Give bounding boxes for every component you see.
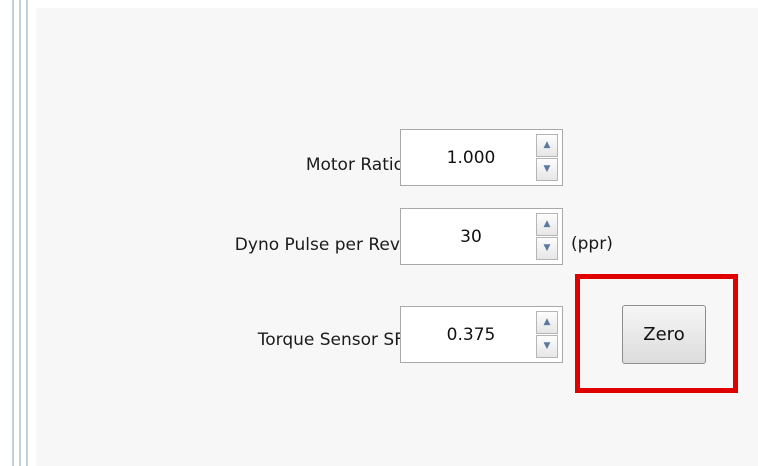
arrow-up-icon: ▲ xyxy=(543,317,551,327)
edge-line xyxy=(12,0,14,466)
dyno-pulse-field[interactable]: 30 ▲ ▼ xyxy=(400,208,563,265)
torque-sensor-down-button[interactable]: ▼ xyxy=(536,335,558,358)
motor-ratio-up-button[interactable]: ▲ xyxy=(536,134,558,157)
motor-ratio-spinner: ▲ ▼ xyxy=(536,134,558,181)
edge-line xyxy=(19,0,21,466)
app-window: Motor Ratio 1.000 ▲ ▼ Dyno Pulse per Rev… xyxy=(0,0,758,466)
arrow-down-icon: ▼ xyxy=(543,164,551,174)
arrow-up-icon: ▲ xyxy=(543,140,551,150)
arrow-down-icon: ▼ xyxy=(543,243,551,253)
torque-sensor-up-button[interactable]: ▲ xyxy=(536,311,558,334)
motor-ratio-down-button[interactable]: ▼ xyxy=(536,158,558,181)
torque-sensor-label: Torque Sensor SF xyxy=(257,330,404,350)
zero-button[interactable]: Zero xyxy=(622,305,706,364)
dyno-pulse-down-button[interactable]: ▼ xyxy=(536,237,558,260)
edge-line xyxy=(26,0,28,466)
motor-ratio-value[interactable]: 1.000 xyxy=(401,148,541,168)
motor-ratio-field[interactable]: 1.000 ▲ ▼ xyxy=(400,129,563,186)
arrow-down-icon: ▼ xyxy=(543,341,551,351)
left-edge-lines xyxy=(10,0,36,466)
dyno-pulse-unit: (ppr) xyxy=(571,234,613,254)
arrow-up-icon: ▲ xyxy=(543,219,551,229)
dyno-pulse-up-button[interactable]: ▲ xyxy=(536,213,558,236)
dyno-pulse-spinner: ▲ ▼ xyxy=(536,213,558,260)
dyno-pulse-label: Dyno Pulse per Rev. xyxy=(234,235,404,255)
settings-panel: Motor Ratio 1.000 ▲ ▼ Dyno Pulse per Rev… xyxy=(36,8,758,466)
torque-sensor-field[interactable]: 0.375 ▲ ▼ xyxy=(400,306,563,363)
torque-sensor-spinner: ▲ ▼ xyxy=(536,311,558,358)
torque-sensor-value[interactable]: 0.375 xyxy=(401,325,541,345)
motor-ratio-label: Motor Ratio xyxy=(305,155,404,175)
dyno-pulse-value[interactable]: 30 xyxy=(401,227,541,247)
